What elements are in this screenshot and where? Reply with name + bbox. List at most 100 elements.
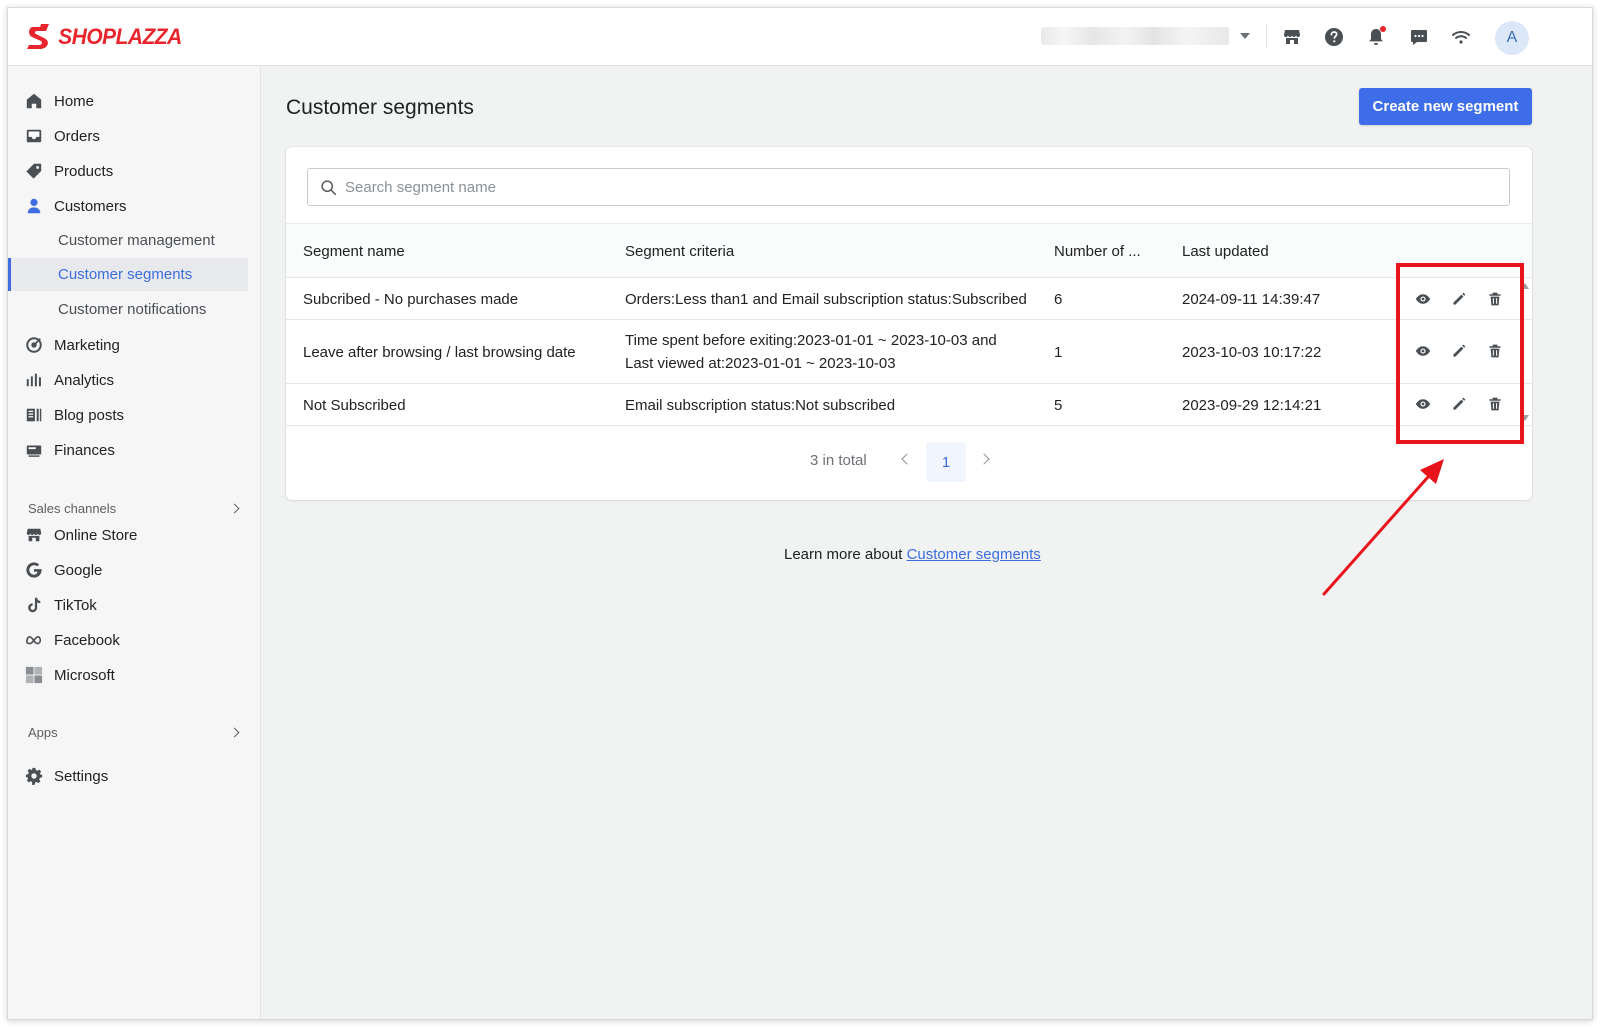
app-window: SHOPLAZZA A Home Orders Products Custome… [7,7,1593,1020]
column-header-last-updated[interactable]: Last updated [1182,243,1269,260]
segment-criteria: Orders:Less than1 and Email subscription… [625,291,1027,308]
learn-more-link[interactable]: Customer segments [907,546,1041,563]
sidebar-item-label: Facebook [54,631,120,649]
sidebar-item-blog-posts[interactable]: Blog posts [24,399,248,431]
sidebar-item-analytics[interactable]: Analytics [24,364,248,396]
table-header: Segment name Segment criteria Number of … [286,223,1532,278]
chevron-right-icon[interactable] [978,453,990,465]
finance-icon [24,440,44,460]
shoplazza-mark-icon [27,24,49,49]
sidebar-item-label: Marketing [54,336,120,354]
sidebar-item-settings[interactable]: Settings [24,760,248,792]
google-icon [24,560,44,580]
store-icon [24,525,44,545]
microsoft-icon [24,665,44,685]
sidebar-item-customers[interactable]: Customers [24,190,248,222]
sidebar-item-label: Customers [54,197,127,215]
sidebar-item-facebook[interactable]: Facebook [24,624,248,656]
apps-section[interactable]: Apps [28,722,242,742]
page-number-current[interactable]: 1 [926,442,966,482]
create-new-segment-button[interactable]: Create new segment [1359,88,1532,125]
segment-updated: 2023-09-29 12:14:21 [1182,397,1322,414]
sidebar-item-home[interactable]: Home [24,85,248,117]
sidebar-item-label: Analytics [54,371,115,389]
sidebar-item-google[interactable]: Google [24,554,248,586]
notification-dot [1380,26,1386,32]
chevron-down-icon [1240,33,1250,39]
sidebar-item-label: Blog posts [54,406,125,424]
bar-chart-icon [24,370,44,390]
page-title: Customer segments [286,96,474,119]
wifi-icon[interactable] [1449,25,1473,49]
table-row[interactable]: Not Subscribed Email subscription status… [286,384,1532,426]
chat-icon[interactable] [1407,25,1431,49]
tiktok-icon [24,595,44,615]
sales-channels-label: Sales channels [28,500,117,516]
sidebar-item-label: Online Store [54,526,138,544]
sidebar-item-label: Home [54,92,95,110]
learn-more: Learn more about Customer segments [784,546,1041,563]
inbox-icon [24,126,44,146]
column-header-segment-name[interactable]: Segment name [303,243,405,260]
sidebar-subitem-customer-management[interactable]: Customer management [8,224,248,257]
sidebar-item-label: Microsoft [54,666,115,684]
search-box[interactable] [307,168,1510,206]
blog-icon [24,405,44,425]
sidebar-item-products[interactable]: Products [24,155,248,187]
store-icon[interactable] [1280,25,1304,49]
sidebar-item-label: Settings [54,767,109,785]
apps-label: Apps [28,724,58,740]
brand-name: SHOPLAZZA [58,23,182,49]
sidebar-subitem-customer-notifications[interactable]: Customer notifications [8,293,248,326]
sidebar-item-label: TikTok [54,596,97,614]
segment-updated: 2024-09-11 14:39:47 [1182,291,1321,308]
learn-more-text: Learn more about [784,546,903,563]
target-icon [24,335,44,355]
sidebar: Home Orders Products Customers Customer … [8,66,261,1019]
sidebar-item-label: Products [54,162,114,180]
search-input[interactable] [345,178,1445,196]
table-row[interactable]: Leave after browsing / last browsing dat… [286,320,1532,384]
segment-updated: 2023-10-03 10:17:22 [1182,344,1322,361]
segment-count: 1 [1054,344,1063,361]
meta-icon [24,630,44,650]
sidebar-subitem-customer-segments[interactable]: Customer segments [8,258,248,291]
home-icon [24,91,44,111]
sidebar-item-finances[interactable]: Finances [24,434,248,466]
segment-criteria: Email subscription status:Not subscribed [625,397,896,414]
segment-criteria-line-1: Time spent before exiting:2023-01-01 ~ 2… [625,332,997,349]
gear-icon [24,766,44,786]
search-icon [321,179,337,195]
avatar[interactable]: A [1495,21,1529,55]
sidebar-item-label: Google [54,561,103,579]
segment-name[interactable]: Subcribed - No purchases made [303,288,518,311]
chevron-right-icon [229,727,240,737]
tag-icon [24,161,44,181]
sidebar-item-online-store[interactable]: Online Store [24,519,248,551]
chevron-right-icon [229,503,240,513]
column-header-number[interactable]: Number of ... [1054,243,1141,260]
sidebar-item-marketing[interactable]: Marketing [24,329,248,361]
bell-icon[interactable] [1364,25,1388,49]
segment-name[interactable]: Not Subscribed [303,394,406,417]
segment-name[interactable]: Leave after browsing / last browsing dat… [303,341,576,364]
help-icon[interactable] [1322,25,1346,49]
person-icon [24,196,44,216]
segment-criteria-line-2: Last viewed at:2023-01-01 ~ 2023-10-03 [625,355,896,372]
sales-channels-section[interactable]: Sales channels [28,498,242,518]
chevron-left-icon[interactable] [901,453,913,465]
segment-count: 5 [1054,397,1063,414]
sidebar-item-orders[interactable]: Orders [24,120,248,152]
topbar-divider [1266,25,1267,49]
pagination-total: 3 in total [810,452,867,469]
store-selector[interactable] [1041,27,1250,45]
shoplazza-logo[interactable]: SHOPLAZZA [27,23,185,50]
segment-count: 6 [1054,291,1063,308]
table-row[interactable]: Subcribed - No purchases made Orders:Les… [286,278,1532,320]
annotation-arrow-icon [1322,459,1444,596]
sidebar-item-microsoft[interactable]: Microsoft [24,659,248,691]
sidebar-item-tiktok[interactable]: TikTok [24,589,248,621]
column-header-segment-criteria[interactable]: Segment criteria [625,243,734,260]
top-bar: SHOPLAZZA A [8,8,1592,66]
sidebar-item-label: Finances [54,441,115,459]
